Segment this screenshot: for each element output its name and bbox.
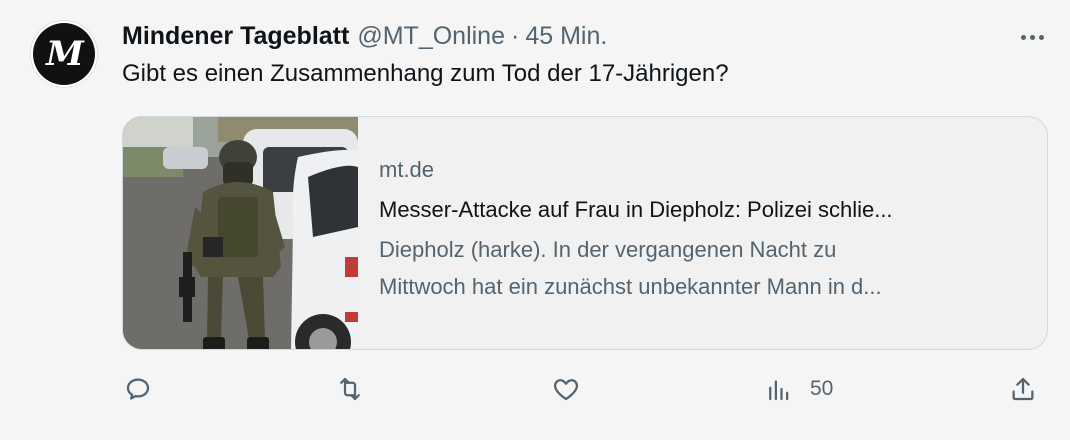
reply-button[interactable] xyxy=(123,374,153,404)
link-card[interactable]: mt.de Messer-Attacke auf Frau in Diephol… xyxy=(122,116,1048,350)
separator: · xyxy=(511,21,520,50)
views-count: 50 xyxy=(810,377,834,400)
views-button[interactable]: 50 xyxy=(764,374,833,404)
avatar-letter: M xyxy=(46,34,84,74)
views-icon xyxy=(769,380,789,401)
avatar-logo: M xyxy=(33,23,95,85)
share-button[interactable] xyxy=(1008,374,1038,404)
card-description: Diepholz (harke). In der vergangenen Nac… xyxy=(379,231,1029,305)
like-button[interactable] xyxy=(551,374,581,404)
reply-icon xyxy=(126,378,150,400)
tweet-header: Mindener Tageblatt @MT_Online · 45 Min. xyxy=(122,20,607,52)
card-description-line: Diepholz (harke). In der vergangenen Nac… xyxy=(379,237,837,262)
retweet-button[interactable] xyxy=(335,374,365,404)
card-thumbnail-image xyxy=(123,117,358,349)
card-domain: mt.de xyxy=(379,157,435,182)
author-name[interactable]: Mindener Tageblatt xyxy=(122,22,349,51)
author-avatar[interactable]: M xyxy=(30,20,98,88)
more-dot xyxy=(1020,34,1026,40)
author-handle[interactable]: @MT_Online xyxy=(357,22,505,51)
more-dot xyxy=(1038,34,1044,40)
share-icon xyxy=(1012,377,1034,401)
tweet-actions: 50 xyxy=(0,366,1070,414)
tweet-timestamp[interactable]: 45 Min. xyxy=(525,22,607,51)
thumbnail-illustration xyxy=(123,117,358,349)
card-headline: Messer-Attacke auf Frau in Diepholz: Pol… xyxy=(379,197,893,222)
tweet-text: Gibt es einen Zusammenhang zum Tod der 1… xyxy=(122,60,729,87)
more-dot xyxy=(1029,34,1035,40)
card-description-line: Mittwoch hat ein zunächst unbekannter Ma… xyxy=(379,274,882,299)
card-body: mt.de Messer-Attacke auf Frau in Diephol… xyxy=(379,157,1027,305)
more-icon[interactable] xyxy=(1012,24,1052,50)
retweet-icon xyxy=(340,377,360,401)
like-icon xyxy=(553,379,579,401)
